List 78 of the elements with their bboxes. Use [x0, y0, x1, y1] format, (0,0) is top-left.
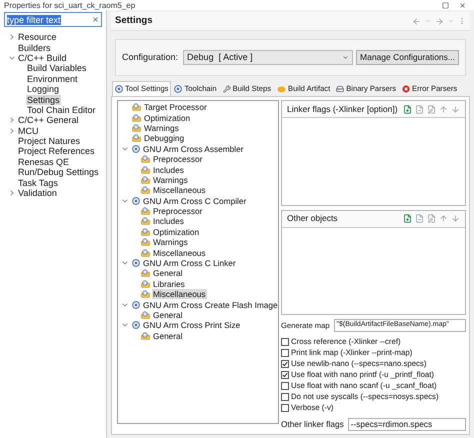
sidebar-item[interactable]: Build Variables: [26, 63, 88, 74]
sidebar-item[interactable]: Environment: [26, 74, 79, 84]
other-linker-flags-field[interactable]: --specs=rdimon.specs: [348, 418, 466, 431]
tree-item[interactable]: Optimization: [152, 226, 200, 237]
clear-icon[interactable]: [92, 16, 99, 23]
checkbox[interactable]: [281, 404, 289, 412]
tree-item[interactable]: Miscellaneous: [152, 185, 207, 196]
tree-item[interactable]: Miscellaneous: [152, 248, 207, 258]
list-title: Other objects: [287, 212, 338, 225]
remove-file-icon[interactable]: [415, 214, 424, 224]
window-title: Properties for sci_uart_ck_raom5_ep: [4, 0, 136, 10]
move-up-icon[interactable]: [439, 214, 448, 224]
sidebar-item[interactable]: Project Natures: [17, 136, 82, 146]
checkbox[interactable]: [281, 370, 289, 379]
sidebar-item[interactable]: Task Tags: [17, 178, 59, 188]
close-icon[interactable]: [459, 2, 466, 8]
error-icon: [402, 84, 410, 92]
configuration-label: Configuration:: [122, 50, 178, 64]
manage-configurations-button[interactable]: Manage Configurations...: [356, 50, 459, 65]
sidebar-item[interactable]: Builders: [17, 42, 52, 53]
collapse-chevron-icon[interactable]: [8, 116, 16, 124]
remove-file-icon[interactable]: [415, 104, 424, 114]
tree-item[interactable]: Debugging: [143, 133, 186, 144]
maximize-icon[interactable]: [442, 2, 449, 8]
sidebar-item[interactable]: Run/Debug Settings: [17, 167, 100, 178]
tree-item[interactable]: Optimization: [143, 112, 192, 123]
move-up-icon[interactable]: [439, 104, 448, 114]
tree-item[interactable]: GNU Arm Cross Print Size: [142, 320, 242, 330]
filter-text: type filter text: [7, 14, 61, 24]
tree-item[interactable]: GNU Arm Cross C Compiler: [142, 196, 248, 206]
sidebar-item[interactable]: Renesas QE: [17, 156, 70, 167]
checkbox[interactable]: [281, 360, 289, 368]
drive-icon: [336, 84, 344, 92]
move-down-icon[interactable]: [451, 214, 460, 224]
collapse-chevron-icon[interactable]: [8, 126, 16, 135]
tree-item[interactable]: General: [152, 310, 184, 320]
tree-item[interactable]: Libraries: [152, 278, 186, 289]
tree-item[interactable]: Preprocessor: [152, 206, 204, 216]
edit-file-icon[interactable]: [427, 214, 436, 224]
sidebar-item[interactable]: Settings: [26, 94, 61, 105]
tree-item[interactable]: General: [152, 330, 184, 341]
add-file-icon[interactable]: [403, 104, 412, 114]
tree-item[interactable]: General: [152, 268, 184, 278]
checkbox[interactable]: [281, 392, 289, 401]
collapse-chevron-icon[interactable]: [8, 33, 16, 42]
tree-item[interactable]: Warnings: [143, 122, 180, 133]
sidebar-item[interactable]: C/C++ General: [17, 115, 80, 126]
tree-item[interactable]: Miscellaneous: [152, 289, 207, 300]
page-title: Settings: [115, 14, 152, 28]
field-label: Other linker flags: [281, 418, 344, 430]
tree-item[interactable]: Warnings: [152, 174, 189, 185]
list-title: Linker flags (-Xlinker [option]): [287, 102, 398, 116]
tree-item[interactable]: GNU Arm Cross Create Flash Image: [142, 300, 278, 310]
sidebar-item[interactable]: Project References: [17, 146, 96, 156]
move-down-icon[interactable]: [451, 104, 460, 114]
filter-field[interactable]: type filter text: [4, 12, 102, 27]
checkbox[interactable]: [281, 382, 289, 390]
checkbox[interactable]: [281, 338, 289, 346]
tree-item[interactable]: Includes: [152, 216, 185, 226]
tree-item[interactable]: GNU Arm Cross Assembler: [142, 144, 245, 154]
edit-file-icon[interactable]: [427, 104, 436, 114]
sidebar-item[interactable]: Resource: [17, 32, 58, 42]
sidebar-item[interactable]: C/C++ Build: [17, 52, 68, 63]
sidebar-item[interactable]: Validation: [17, 188, 58, 198]
checkbox[interactable]: [281, 348, 289, 357]
sidebar-item[interactable]: Logging: [26, 84, 60, 94]
tree-item[interactable]: GNU Arm Cross C Linker: [142, 258, 237, 268]
wrench-icon: [222, 84, 231, 92]
tree-item[interactable]: Preprocessor: [152, 154, 204, 164]
dropdown-icon: [342, 54, 350, 61]
configuration-dropdown[interactable]: Debug [ Active ]: [183, 50, 354, 65]
tree-item[interactable]: Includes: [152, 164, 185, 175]
tree-item[interactable]: Warnings: [152, 237, 189, 248]
collapse-chevron-icon[interactable]: [8, 189, 16, 198]
add-file-icon[interactable]: [403, 214, 412, 224]
tree-item[interactable]: Target Processor: [143, 102, 208, 112]
sidebar-item[interactable]: MCU: [17, 126, 40, 136]
sidebar-item[interactable]: Tool Chain Editor: [26, 104, 97, 115]
